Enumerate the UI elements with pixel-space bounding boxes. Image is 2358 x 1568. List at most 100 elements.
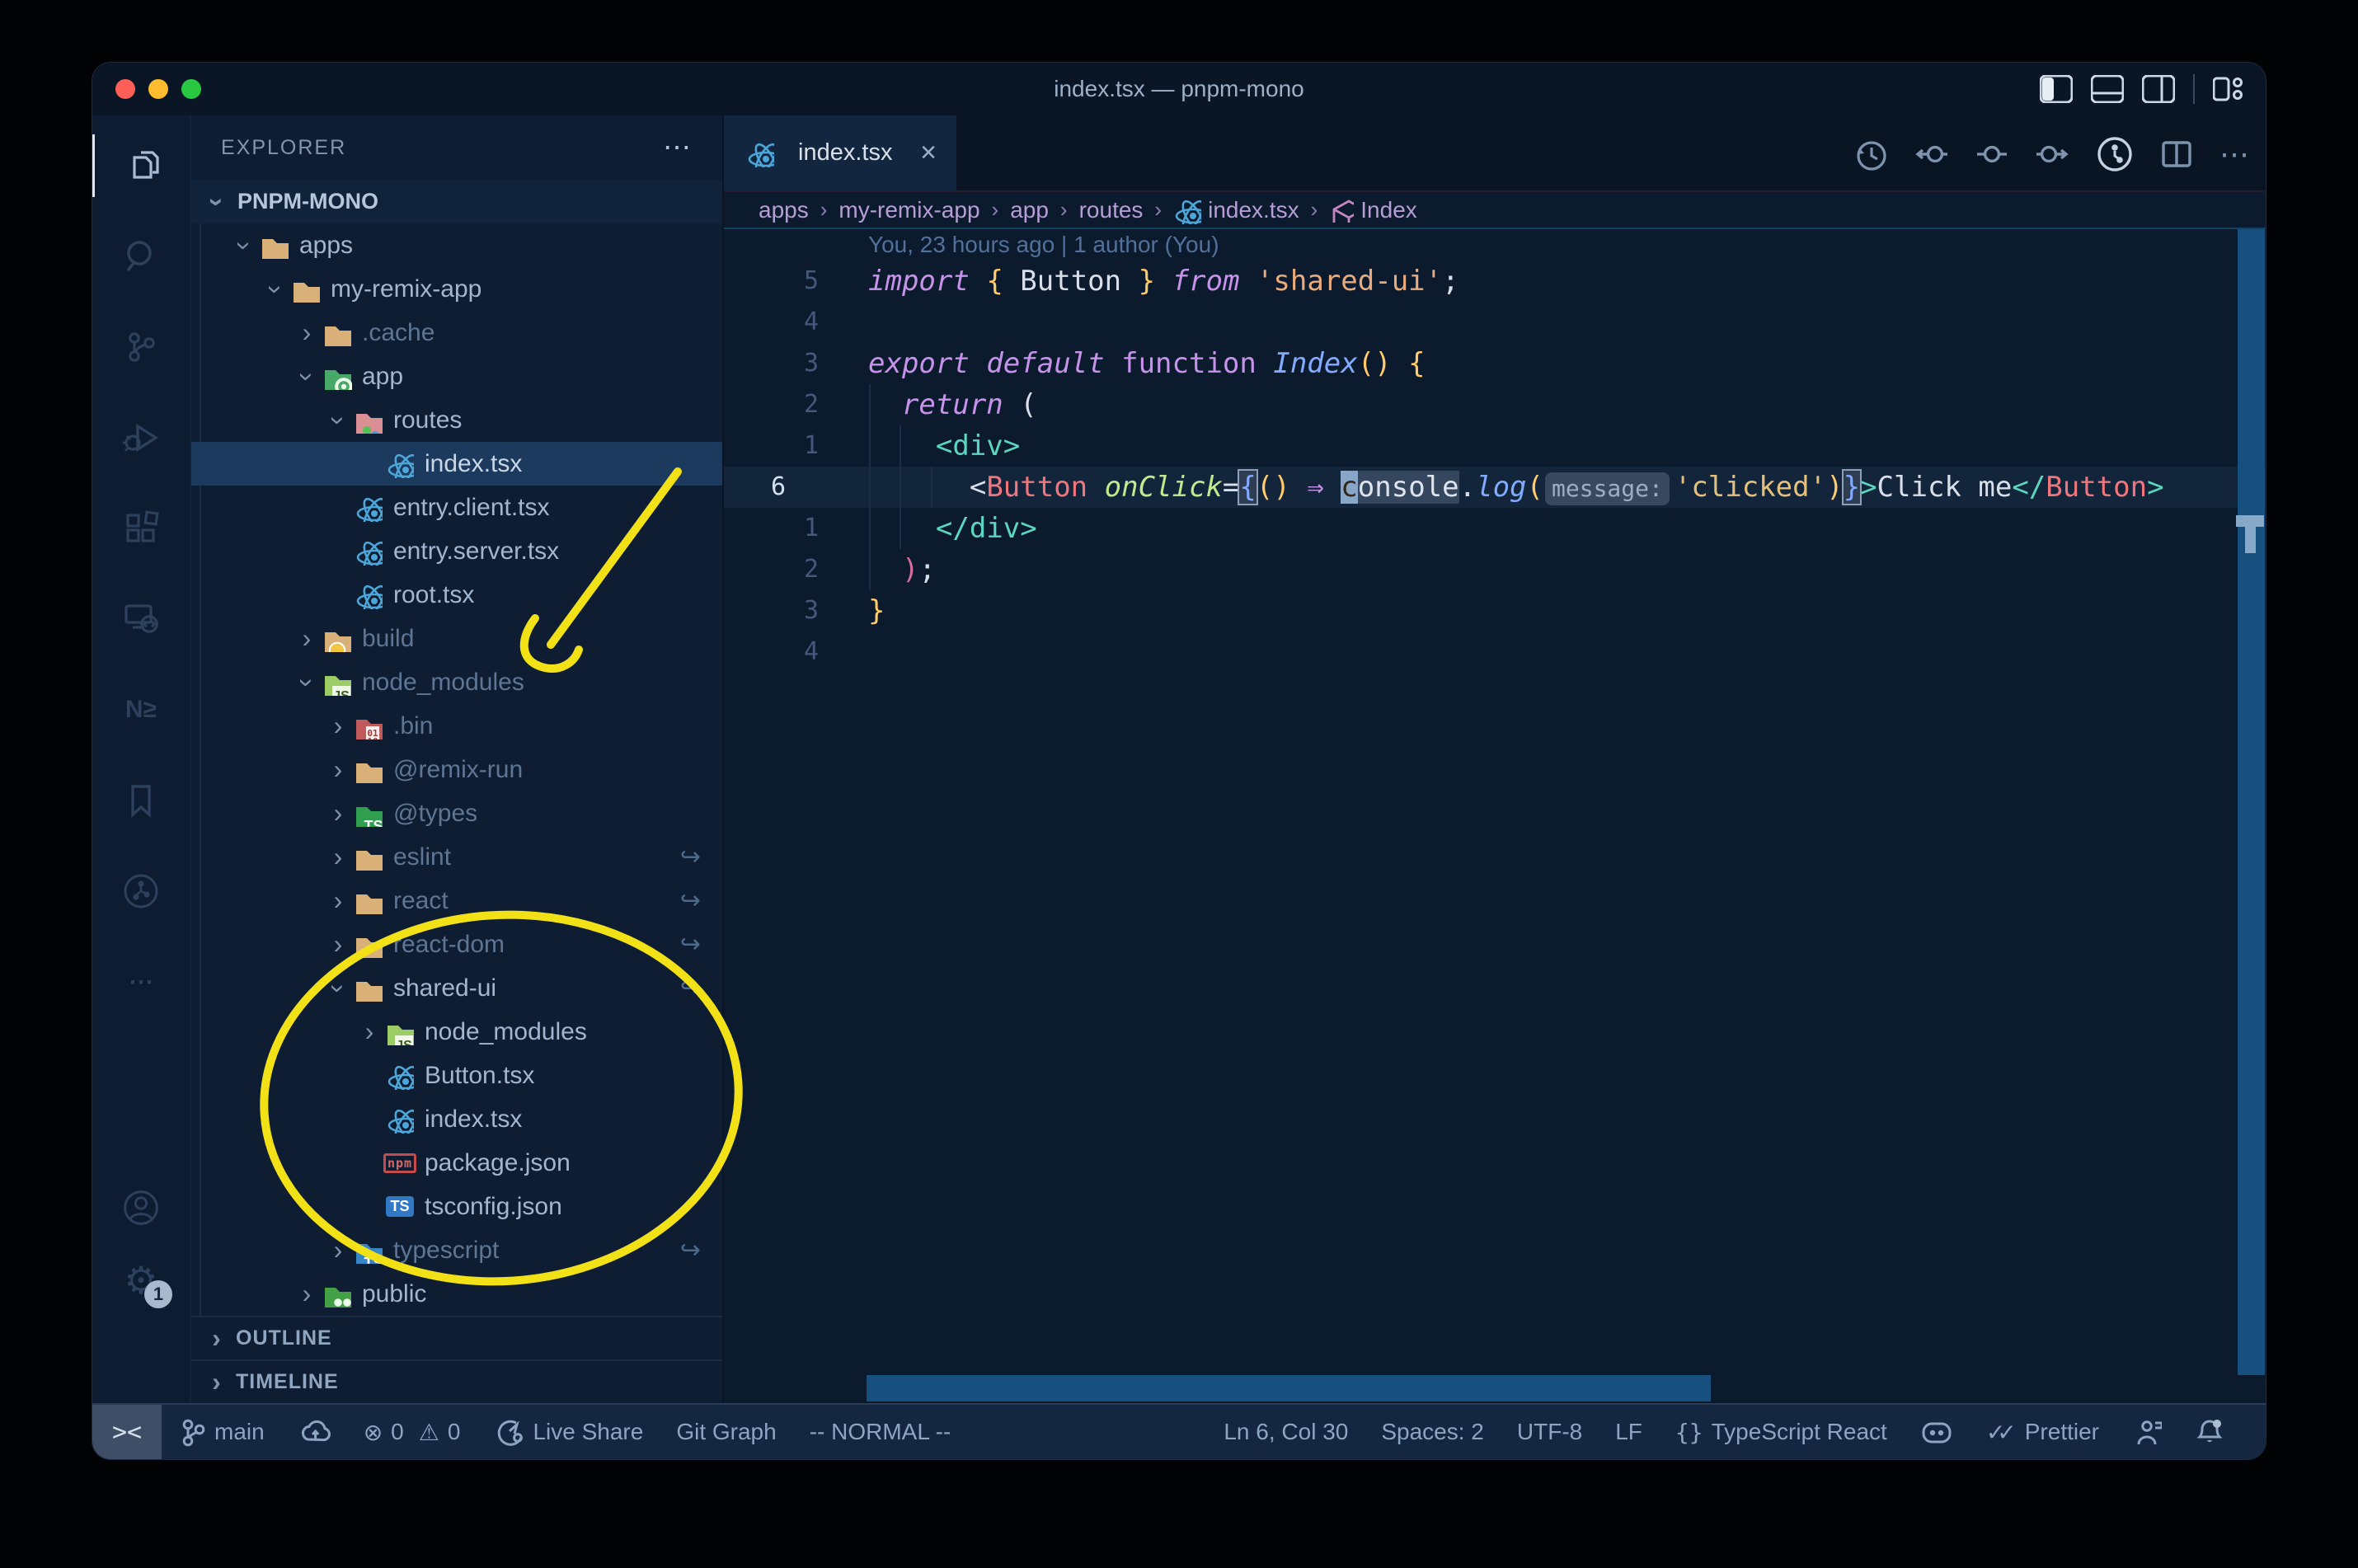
split-icon[interactable] [2158,136,2195,172]
tree-item-tsconfig-json[interactable]: ›TStsconfig.json [191,1185,722,1228]
tree-item--bin[interactable]: ›0110 .bin [191,704,722,748]
status-problems[interactable]: ⊗ 0 ⚠ 0 [347,1405,477,1459]
vertical-scrollbar[interactable] [2236,229,2265,1375]
tree-item-routes[interactable]: › routes [191,398,722,442]
code-line[interactable]: 2 ); [724,549,2266,590]
chevron-right-icon[interactable]: › [324,711,352,741]
more-icon[interactable]: ⋯ [2219,137,2249,171]
tree-item-react-dom[interactable]: › react-dom ↪ [191,922,722,966]
activity-run-debug-icon[interactable] [121,418,161,458]
status-live-share[interactable]: Live Share [477,1405,660,1459]
chevron-right-icon[interactable]: › [324,754,352,785]
tree-item-shared-ui[interactable]: › shared-ui ↪ [191,966,722,1010]
chevron-right-icon[interactable]: › [293,317,321,348]
chevron-right-icon[interactable]: › [324,1235,352,1265]
code-line[interactable]: 4 [724,302,2266,343]
status-cursor-position[interactable]: Ln 6, Col 30 [1207,1405,1365,1459]
tree-item-entry-server-tsx[interactable]: › entry.server.tsx [191,529,722,573]
activity-source-control-icon[interactable] [121,327,161,367]
breadcrumb-item-index-tsx[interactable]: index.tsx [1173,196,1299,224]
prev-change-icon[interactable] [1913,136,1949,172]
breadcrumb-item-routes[interactable]: routes [1079,197,1144,223]
chevron-down-icon[interactable]: › [229,232,260,260]
history-icon[interactable] [1852,136,1888,172]
chevron-right-icon[interactable]: › [324,842,352,872]
chevron-right-icon[interactable]: › [324,885,352,916]
tree-item-index-tsx[interactable]: › index.tsx [191,1097,722,1141]
chevron-down-icon[interactable]: › [323,974,354,1002]
status-feedback[interactable] [2116,1405,2178,1459]
code-line[interactable]: 1 </div> [724,508,2266,549]
status-branch[interactable]: main [162,1405,281,1459]
tree-item-my-remix-app[interactable]: › my-remix-app [191,267,722,311]
toggle-sidebar-icon[interactable] [2040,75,2073,103]
activity-account-icon[interactable] [121,1188,161,1228]
tree-item-node-modules[interactable]: › JS node_modules [191,1010,722,1054]
tree-item--types[interactable]: › TS @types [191,791,722,835]
activity-search-icon[interactable] [121,237,161,276]
title-bar[interactable]: index.tsx — pnpm-mono [92,63,2266,115]
status-notifications[interactable] [2178,1405,2241,1459]
breadcrumb[interactable]: apps › my-remix-app › app › routes › index.tsx ›… [724,192,2266,229]
toggle-secondary-sidebar-icon[interactable] [2142,75,2175,103]
tab-index-tsx[interactable]: index.tsx × [724,115,958,190]
section-outline[interactable]: › OUTLINE [191,1316,722,1359]
toggle-panel-icon[interactable] [2091,75,2124,103]
explorer-more-actions-icon[interactable]: ⋯ [663,131,693,164]
status-encoding[interactable]: UTF-8 [1501,1405,1599,1459]
chevron-down-icon[interactable]: › [323,406,354,434]
close-tab-icon[interactable]: × [920,137,937,169]
status-formatter[interactable]: ✓✓ Prettier [1970,1405,2116,1459]
section-timeline[interactable]: › TIMELINE [191,1359,722,1403]
tree-item-root-tsx[interactable]: › root.tsx [191,573,722,617]
customize-layout-icon[interactable] [2213,75,2244,103]
code-line[interactable]: 3} [724,590,2266,631]
tree-item-entry-client-tsx[interactable]: › entry.client.tsx [191,486,722,529]
tree-item-public[interactable]: › public [191,1272,722,1316]
tree-item-react[interactable]: › react ↪ [191,879,722,922]
chevron-down-icon[interactable]: › [261,275,291,303]
tree-item-node-modules[interactable]: › JS node_modules [191,660,722,704]
code-line[interactable]: 4 [724,631,2266,673]
breadcrumb-item-app[interactable]: app [1010,197,1049,223]
tree-item-apps[interactable]: › apps [191,223,722,267]
activity-extensions-icon[interactable] [121,509,161,548]
status-eol[interactable]: LF [1599,1405,1659,1459]
remote-indicator[interactable]: >< [92,1405,162,1459]
code-line[interactable]: 5 import { Button } from 'shared-ui'; [724,261,2266,302]
tree-item-eslint[interactable]: › eslint ↪ [191,835,722,879]
next-change-icon[interactable] [2035,136,2071,172]
tree-item-index-tsx[interactable]: › index.tsx [191,442,722,486]
chevron-right-icon[interactable]: › [324,798,352,829]
status-indentation[interactable]: Spaces: 2 [1365,1405,1501,1459]
tree-item-build[interactable]: › build [191,617,722,660]
chevron-right-icon[interactable]: › [293,1279,321,1309]
activity-git-graph-icon[interactable] [121,871,161,911]
chevron-down-icon[interactable]: › [292,363,322,391]
code-line[interactable]: 1 <div> [724,425,2266,467]
activity-nx-console-icon[interactable]: N≥ [121,690,161,730]
code-area[interactable]: You, 23 hours ago | 1 author (You) 5 impo… [724,229,2266,1403]
status-publish[interactable] [281,1405,347,1459]
tree-item-typescript[interactable]: › TS typescript ↪ [191,1228,722,1272]
breadcrumb-item-apps[interactable]: apps [759,197,809,223]
tree-item--cache[interactable]: › .cache [191,311,722,354]
change-icon[interactable] [1974,136,2010,172]
code-line[interactable]: 2 return ( [724,384,2266,425]
breadcrumb-item-index[interactable]: Index [1329,197,1417,223]
code-line-current[interactable]: 6 <Button onClick={() ⇒ console.log(mess… [724,467,2266,508]
git-commit-icon[interactable] [2096,135,2134,173]
status-git-graph[interactable]: Git Graph [660,1405,792,1459]
horizontal-scrollbar[interactable] [867,1375,1711,1401]
tree-item-button-tsx[interactable]: › Button.tsx [191,1054,722,1097]
chevron-right-icon[interactable]: › [355,1016,383,1047]
activity-settings-icon[interactable]: ⚙ 1 [121,1259,172,1308]
tree-item-app[interactable]: › app [191,354,722,398]
status-copilot[interactable] [1904,1405,1970,1459]
activity-bookmarks-icon[interactable] [121,781,161,820]
status-vim-mode[interactable]: -- NORMAL -- [793,1405,968,1459]
code-line[interactable]: 3 export default function Index() { [724,343,2266,384]
status-language-mode[interactable]: {} TypeScript React [1659,1405,1904,1459]
activity-remote-explorer-icon[interactable] [121,599,161,639]
tree-root-pnpm-mono[interactable]: › PNPM-MONO [191,180,722,223]
